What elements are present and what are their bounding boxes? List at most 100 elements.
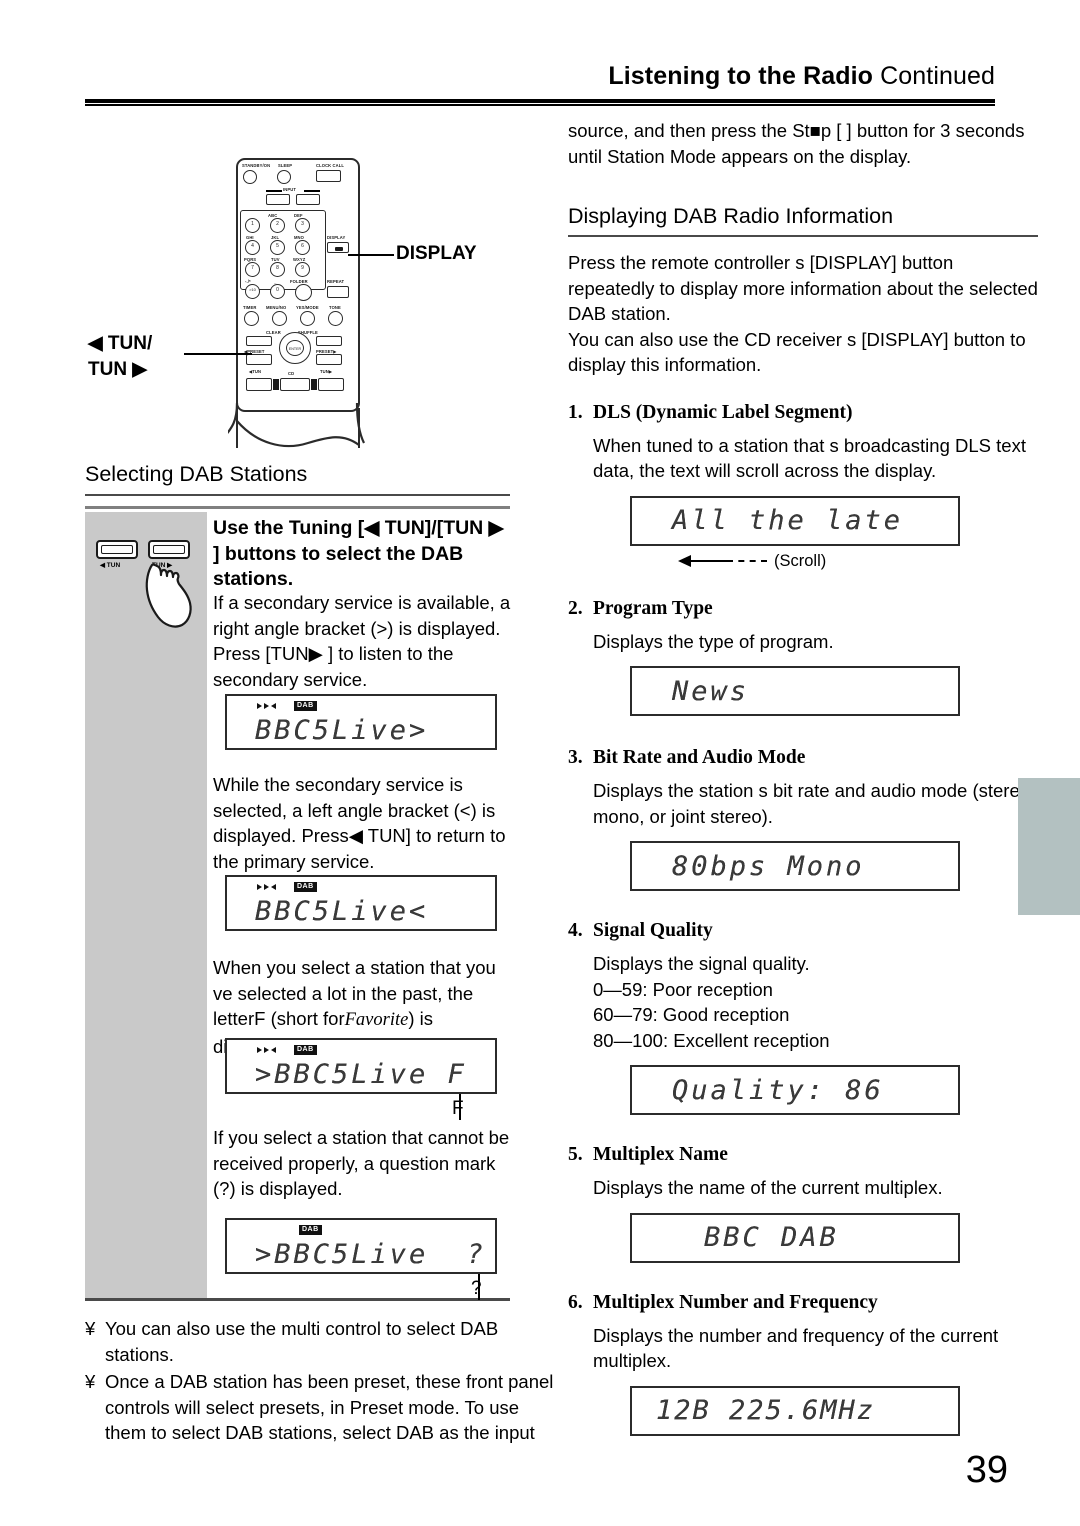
- remote-input-next-button[interactable]: [296, 194, 320, 205]
- item-body-1: When tuned to a station that s broadcast…: [593, 434, 1026, 482]
- tun-callout-label-2: TUN ▶: [88, 359, 147, 380]
- remote-transport-divider-left: [273, 379, 279, 390]
- lcd-dab-badge-1: DAB: [294, 701, 317, 711]
- note-item: ¥ You can also use the multi control to …: [85, 1316, 555, 1367]
- display-callout-label: DISPLAY: [396, 243, 477, 264]
- remote-sleep-button[interactable]: [277, 170, 291, 184]
- remote-key-4[interactable]: 4: [245, 240, 260, 255]
- remote-key-2[interactable]: 2: [270, 218, 285, 233]
- remote-input-prev-button[interactable]: [266, 194, 290, 205]
- item-title-4: Signal Quality: [593, 920, 713, 941]
- scroll-annotation: (Scroll): [678, 552, 1038, 571]
- item-number-5: 5.: [568, 1144, 583, 1165]
- note-bullet: ¥: [85, 1318, 96, 1339]
- remote-tun-left-button[interactable]: [246, 354, 272, 365]
- item-body-2: Displays the type of program.: [593, 630, 834, 652]
- instruction-para-1: If a secondary service is available, a r…: [213, 592, 511, 690]
- tun-callout-line: [184, 353, 252, 355]
- lcd-dab-badge-3: DAB: [294, 1045, 317, 1055]
- lcd-indicators-2: DAB: [257, 882, 317, 892]
- remote-key-over10[interactable]: >10: [245, 284, 260, 299]
- remote-clock-call-label: CLOCK CALL: [316, 163, 345, 168]
- lcd-display-dls: All the late: [630, 495, 960, 546]
- remote-skip-fwd-button[interactable]: [316, 336, 342, 346]
- item-title-5: Multiplex Name: [593, 1144, 728, 1165]
- page-title-bold: Listening to the Radio: [608, 62, 874, 90]
- item-heading-bit-rate: 3. Bit Rate and Audio Mode: [568, 746, 1038, 770]
- remote-display-button[interactable]: [327, 242, 349, 253]
- scroll-arrow-icon: [678, 555, 691, 567]
- lcd-display-poor-reception: DAB >BBC5Live ?: [225, 1218, 497, 1274]
- signal-quality-line-2: 0—59: Poor reception: [593, 978, 773, 1000]
- signal-quality-line-4: 80—100: Excellent reception: [593, 1029, 830, 1051]
- note-bullet: ¥: [85, 1371, 96, 1392]
- remote-yes-mode-button[interactable]: [300, 311, 315, 326]
- remote-tone-button[interactable]: [328, 311, 343, 326]
- remote-menu-no-label: MENU/NO: [266, 305, 287, 310]
- remote-key-8[interactable]: 8: [270, 262, 285, 277]
- remote-repeat-button[interactable]: [327, 286, 349, 298]
- header-rule: [85, 99, 995, 106]
- remote-tun-right-label: TUN▶: [320, 369, 333, 374]
- remote-pause-button[interactable]: [246, 378, 272, 391]
- scroll-line-dashed: [727, 560, 767, 562]
- remote-standby-button[interactable]: [243, 170, 257, 184]
- remote-key-0[interactable]: 0: [270, 284, 285, 299]
- remote-clock-call-button[interactable]: [316, 170, 341, 182]
- lcd-display-secondary-selected: DAB BBC5Live<: [225, 875, 497, 931]
- tun-left-button-illustration[interactable]: [96, 540, 138, 559]
- item-number-4: 4.: [568, 920, 583, 941]
- remote-key-9-label: 9: [301, 265, 304, 271]
- remote-key-1[interactable]: 1: [245, 218, 260, 233]
- remote-enter-button[interactable]: ENTER: [286, 340, 304, 356]
- remote-cd-label: CD: [288, 371, 295, 376]
- remote-tun-left-label: ◀TUN: [249, 369, 262, 374]
- remote-transport-divider-right: [311, 379, 317, 390]
- scroll-label: (Scroll): [774, 551, 827, 570]
- item-number-6: 6.: [568, 1291, 583, 1313]
- remote-key-6-label: 6: [301, 243, 304, 249]
- lcd-indicators-1: DAB: [257, 701, 317, 711]
- remote-timer-label: TIMER: [243, 305, 257, 310]
- remote-key-9[interactable]: 9: [295, 262, 310, 277]
- remote-display-label: DISPLAY: [327, 235, 346, 240]
- item-title-2: Program Type: [593, 597, 713, 619]
- remote-key-4-label: 4: [251, 243, 254, 249]
- item-heading-multiplex-number: 6. Multiplex Number and Frequency: [568, 1291, 1038, 1315]
- remote-tun-right-button[interactable]: [316, 354, 342, 365]
- remote-yes-mode-label: YES/MODE: [296, 305, 319, 310]
- remote-clear-label: CLEAR: [266, 330, 281, 335]
- remote-key-6[interactable]: 6: [295, 240, 310, 255]
- lcd-display-signal-quality: Quality: 86: [630, 1065, 960, 1115]
- lcd-text-bit-rate: 80bps Mono: [672, 850, 865, 882]
- lcd-text-4: >BBC5Live ?: [255, 1239, 487, 1270]
- remote-key-5-label: 5: [276, 243, 279, 249]
- remote-stop-button[interactable]: [280, 378, 310, 391]
- note-text: You can also use the multi control to se…: [105, 1318, 499, 1365]
- remote-timer-button[interactable]: [244, 311, 259, 326]
- signal-quality-line-3: 60—79: Good reception: [593, 1004, 790, 1025]
- remote-standby-label: STANDBY/ON: [242, 163, 271, 168]
- item-title-3: Bit Rate and Audio Mode: [593, 747, 806, 768]
- remote-play-button[interactable]: [318, 378, 344, 391]
- remote-key-1-label: 1: [251, 221, 254, 227]
- remote-folder-button[interactable]: [295, 284, 312, 301]
- lcd-display-bit-rate: 80bps Mono: [630, 841, 960, 891]
- remote-key-7[interactable]: 7: [245, 262, 260, 277]
- remote-key-7-label: 7: [251, 265, 254, 271]
- item-heading-dls: 1. DLS (Dynamic Label Segment): [568, 401, 1038, 425]
- remote-repeat-label: REPEAT: [327, 279, 345, 284]
- remote-key-3[interactable]: 3: [295, 218, 310, 233]
- remote-skip-back-button[interactable]: [246, 336, 272, 346]
- lcd-text-program-type: News: [672, 675, 750, 707]
- lcd-display-favorite: DAB >BBC5Live F: [225, 1038, 497, 1094]
- remote-key-5[interactable]: 5: [270, 240, 285, 255]
- remote-key-0-label: 0: [276, 287, 279, 293]
- section-intro-2: You can also use the CD receiver s [DISP…: [568, 328, 1026, 376]
- remote-menu-no-button[interactable]: [272, 311, 287, 326]
- remote-input-rule-left: [266, 190, 282, 192]
- lcd-display-program-type: News: [630, 666, 960, 716]
- signal-quality-line-1: Displays the signal quality.: [593, 953, 810, 974]
- section-intro-1: Press the remote controller s [DISPLAY] …: [568, 252, 1038, 324]
- remote-key-3-label: 3: [301, 221, 304, 227]
